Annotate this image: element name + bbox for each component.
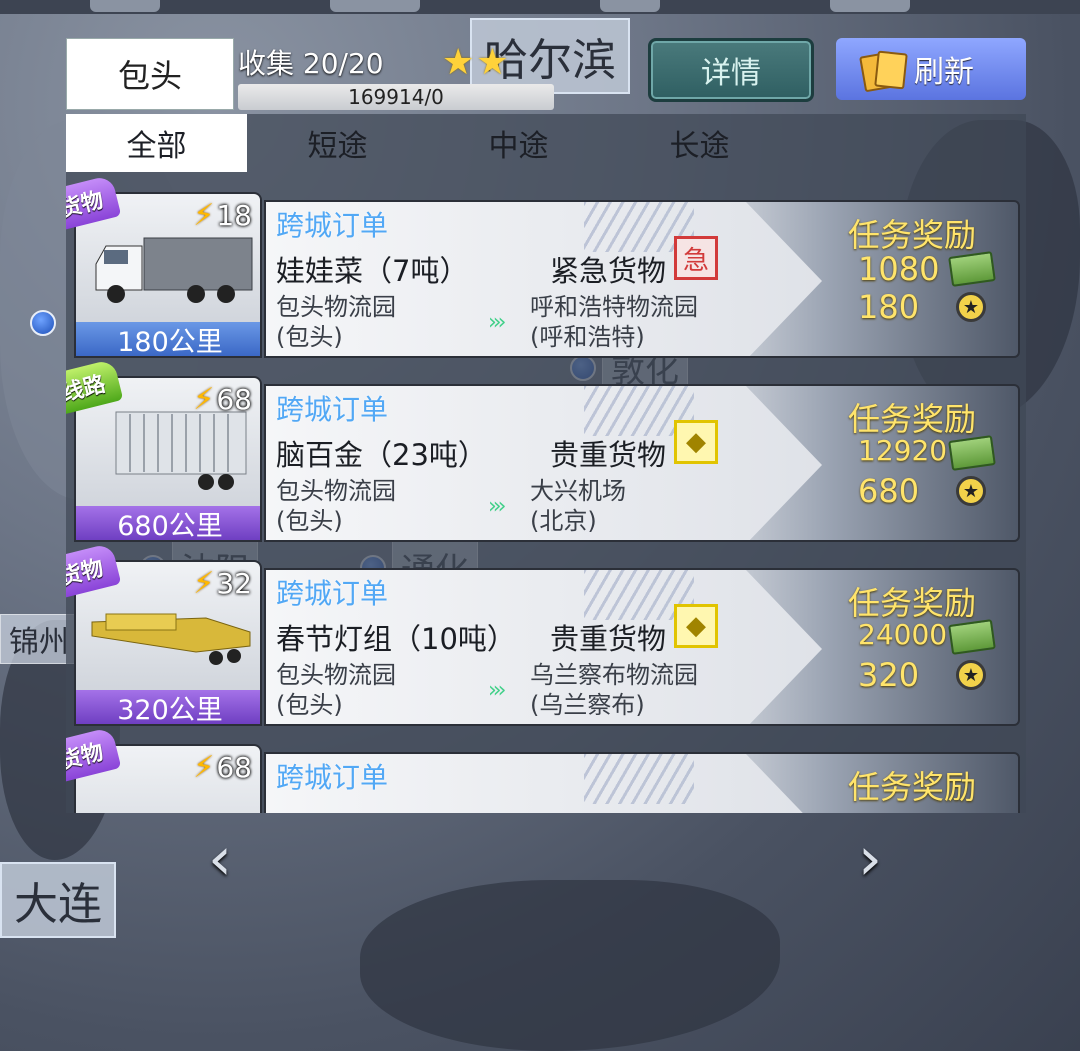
energy-cost: ⚡ 68 <box>193 382 252 417</box>
order-card[interactable]: ⚡ 18 180公里 跨城订单 娃娃菜（7吨） 紧急货物 急 包头物流园 (包头… <box>66 174 1020 358</box>
cash-icon <box>948 251 996 287</box>
tab-long[interactable]: 长途 <box>609 114 790 172</box>
to-city: (乌兰察布) <box>530 691 645 719</box>
cargo-type: 贵重货物 <box>550 438 667 472</box>
order-type: 跨城订单 <box>276 577 389 610</box>
urgent-icon: 急 <box>674 236 718 280</box>
route-to: 呼和浩特物流园 (呼和浩特) <box>530 292 698 352</box>
filter-tabs: 全部 短途 中途 长途 <box>66 114 1026 172</box>
collect-count: 收集 20/20 <box>238 47 384 80</box>
cargo-name: 脑百金（23吨） <box>276 438 487 472</box>
city-tab[interactable]: 包头 <box>66 38 234 110</box>
route-from: 包头物流园 (包头) <box>276 292 396 352</box>
to-name: 乌兰察布物流园 <box>530 661 698 689</box>
order-info: 跨城订单 春节灯组（10吨） 贵重货物 ◆ 包头物流园 (包头) ››› 乌兰察… <box>264 568 1020 726</box>
to-city: (呼和浩特) <box>530 323 645 351</box>
cargo-type: 紧急货物 <box>550 254 667 288</box>
order-card[interactable]: ⚡ 32 320公里 跨城订单 春节灯组（10吨） 贵重货物 ◆ 包头物流园 (… <box>66 542 1020 726</box>
tab-medium[interactable]: 中途 <box>428 114 609 172</box>
order-info: 跨城订单 任务奖励 <box>264 752 1020 813</box>
order-type: 跨城订单 <box>276 209 389 242</box>
cash-icon <box>948 435 996 471</box>
energy-value: 18 <box>216 199 252 232</box>
lightning-icon: ⚡ <box>193 750 215 785</box>
order-info: 跨城订单 脑百金（23吨） 贵重货物 ◆ 包头物流园 (包头) ››› 大兴机场… <box>264 384 1020 542</box>
lightning-icon: ⚡ <box>193 566 215 601</box>
ticket-icon <box>859 50 908 93</box>
reward-money: 1080 <box>858 250 940 288</box>
from-name: 包头物流园 <box>276 661 396 689</box>
route-arrow-icon: ››› <box>488 494 507 519</box>
reward-money: 24000 <box>858 618 948 651</box>
route-arrow-icon: ››› <box>488 678 507 703</box>
diamond-icon: ◆ <box>674 420 718 464</box>
map-city-dunhua[interactable] <box>30 310 56 336</box>
to-name: 大兴机场 <box>530 477 626 505</box>
box-truck-icon <box>95 237 253 303</box>
container-trailer-icon <box>115 411 247 490</box>
star-badge-icon: ★ <box>956 476 986 506</box>
energy-value: 32 <box>216 567 252 600</box>
cash-icon <box>948 619 996 655</box>
collect-progress: 169914/0 <box>238 84 554 110</box>
refresh-button[interactable]: 刷新 <box>836 38 1026 100</box>
reward-star: 180 <box>858 288 920 326</box>
energy-cost: ⚡ 18 <box>193 198 252 233</box>
order-info: 跨城订单 娃娃菜（7吨） 紧急货物 急 包头物流园 (包头) ››› 呼和浩特物… <box>264 200 1020 358</box>
energy-value: 68 <box>216 383 252 416</box>
refresh-label: 刷新 <box>914 55 974 90</box>
tab-all[interactable]: 全部 <box>66 114 247 172</box>
reward-money: 12920 <box>858 434 948 467</box>
detail-button[interactable]: 详情 <box>648 38 814 102</box>
next-page-button[interactable]: › <box>850 824 890 894</box>
order-card[interactable]: ⚡ 68 跨城订单 任务奖励 新货物 <box>66 726 1020 813</box>
reward-star: 680 <box>858 472 920 510</box>
cargo-name: 春节灯组（10吨） <box>276 622 516 656</box>
from-name: 包头物流园 <box>276 293 396 321</box>
lowbed-trailer-icon <box>91 613 251 665</box>
energy-cost: ⚡ 68 <box>193 750 252 785</box>
map-city-name: 大连 <box>0 862 116 938</box>
from-name: 包头物流园 <box>276 477 396 505</box>
energy-cost: ⚡ 32 <box>193 566 252 601</box>
distance-label: 320公里 <box>76 690 260 724</box>
from-city: (包头) <box>276 691 343 719</box>
route-from: 包头物流园 (包头) <box>276 476 396 536</box>
star-badge-icon: ★ <box>956 660 986 690</box>
from-city: (包头) <box>276 507 343 535</box>
distance-label: 680公里 <box>76 506 260 540</box>
prev-page-button[interactable]: ‹ <box>200 824 240 894</box>
city-stars: ★★ <box>442 42 511 83</box>
to-name: 呼和浩特物流园 <box>530 293 698 321</box>
reward-star: 320 <box>858 656 920 694</box>
diamond-icon: ◆ <box>674 604 718 648</box>
reward-title: 任务奖励 <box>848 768 977 806</box>
order-panel: 包头 收集 20/20 ★★ 169914/0 详情 刷新 全部 短途 中途 长… <box>66 38 1026 813</box>
order-type: 跨城订单 <box>276 393 389 426</box>
star-badge-icon: ★ <box>956 292 986 322</box>
route-to: 大兴机场 (北京) <box>530 476 626 536</box>
lightning-icon: ⚡ <box>193 382 215 417</box>
distance-label: 180公里 <box>76 322 260 356</box>
cargo-name: 娃娃菜（7吨） <box>276 254 469 288</box>
map-city-dalian[interactable]: 大连 <box>0 862 116 938</box>
route-to: 乌兰察布物流园 (乌兰察布) <box>530 660 698 720</box>
energy-value: 68 <box>216 751 252 784</box>
order-card[interactable]: ⚡ 68 680公里 跨城订单 脑百金（23吨） 贵重货物 ◆ 包头物流园 (包… <box>66 358 1020 542</box>
top-bar <box>0 0 1080 14</box>
route-arrow-icon: ››› <box>488 310 507 335</box>
order-type: 跨城订单 <box>276 761 389 794</box>
cargo-type: 贵重货物 <box>550 622 667 656</box>
from-city: (包头) <box>276 323 343 351</box>
to-city: (北京) <box>530 507 597 535</box>
city-marker-icon <box>30 310 56 336</box>
lightning-icon: ⚡ <box>193 198 215 233</box>
tab-short[interactable]: 短途 <box>247 114 428 172</box>
route-from: 包头物流园 (包头) <box>276 660 396 720</box>
